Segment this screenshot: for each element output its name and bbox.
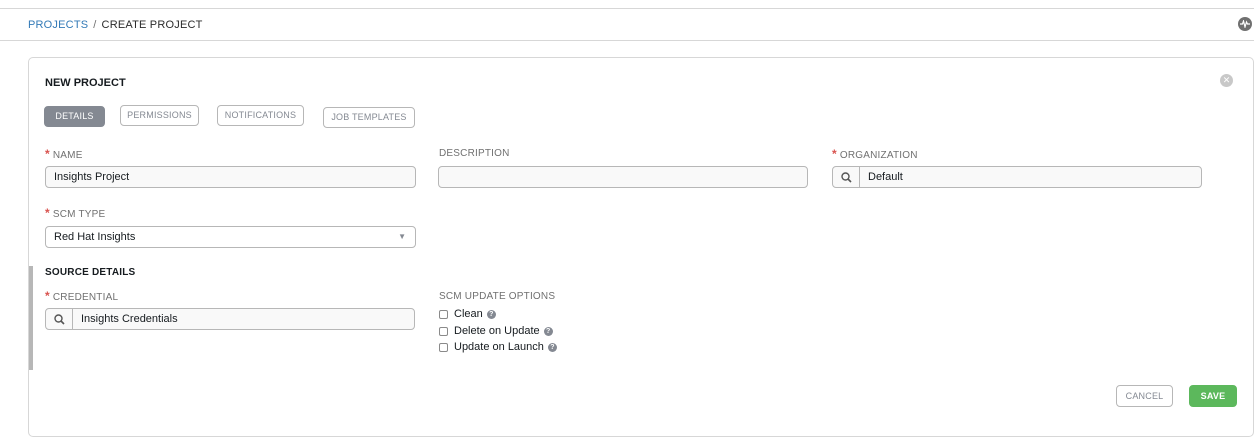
clean-checkbox[interactable] — [439, 309, 448, 319]
organization-lookup[interactable]: Default — [832, 166, 1202, 188]
update-on-launch-checkbox[interactable] — [439, 342, 448, 352]
scm-type-label: * SCM TYPE — [45, 206, 106, 220]
save-button[interactable]: SAVE — [1189, 385, 1237, 407]
scm-type-select[interactable]: Red Hat Insights ▼ — [45, 226, 416, 248]
clean-label: Clean — [454, 308, 483, 320]
required-marker: * — [45, 147, 50, 161]
credential-value: Insights Credentials — [81, 313, 178, 325]
breadcrumb-separator: / — [93, 19, 97, 31]
organization-label: * ORGANIZATION — [832, 147, 918, 161]
credential-lookup[interactable]: Insights Credentials — [45, 308, 415, 330]
tab-details[interactable]: DETAILS — [44, 106, 105, 127]
option-delete-on-update: Delete on Update ? — [439, 324, 553, 338]
description-input[interactable] — [438, 166, 808, 188]
breadcrumb-projects-link[interactable]: PROJECTS — [28, 19, 88, 31]
new-project-panel: NEW PROJECT ✕ DETAILS PERMISSIONS NOTIFI… — [28, 57, 1254, 437]
scm-update-options-label: SCM UPDATE OPTIONS — [439, 291, 556, 302]
tab-permissions[interactable]: PERMISSIONS — [120, 105, 199, 126]
description-label: DESCRIPTION — [439, 148, 510, 159]
required-marker: * — [45, 206, 50, 220]
breadcrumb-current: CREATE PROJECT — [101, 19, 203, 31]
cancel-button[interactable]: CANCEL — [1116, 385, 1173, 407]
update-on-launch-label: Update on Launch — [454, 341, 544, 353]
help-icon[interactable]: ? — [486, 309, 496, 319]
help-icon[interactable]: ? — [547, 342, 557, 352]
source-details-heading: SOURCE DETAILS — [45, 267, 136, 278]
top-bar: PROJECTS / CREATE PROJECT — [0, 8, 1254, 41]
search-icon[interactable] — [833, 167, 860, 187]
help-icon[interactable]: ? — [543, 326, 553, 336]
panel-title: NEW PROJECT — [45, 77, 126, 89]
option-clean: Clean ? — [439, 307, 496, 321]
name-label: * NAME — [45, 147, 83, 161]
tab-job-templates[interactable]: JOB TEMPLATES — [323, 107, 415, 128]
name-input[interactable]: Insights Project — [45, 166, 416, 188]
close-icon[interactable]: ✕ — [1220, 74, 1233, 87]
delete-on-update-label: Delete on Update — [454, 325, 540, 337]
required-marker: * — [832, 147, 837, 161]
tab-notifications[interactable]: NOTIFICATIONS — [217, 105, 304, 126]
option-update-on-launch: Update on Launch ? — [439, 340, 557, 354]
required-marker: * — [45, 289, 50, 303]
breadcrumb: PROJECTS / CREATE PROJECT — [28, 19, 203, 31]
delete-on-update-checkbox[interactable] — [439, 326, 448, 336]
chevron-down-icon: ▼ — [398, 232, 406, 241]
search-icon[interactable] — [46, 309, 73, 329]
credential-label: * CREDENTIAL — [45, 289, 119, 303]
activity-stream-icon[interactable] — [1238, 17, 1252, 31]
scm-type-value: Red Hat Insights — [54, 231, 136, 243]
source-details-indicator — [29, 266, 33, 370]
organization-value: Default — [868, 171, 903, 183]
